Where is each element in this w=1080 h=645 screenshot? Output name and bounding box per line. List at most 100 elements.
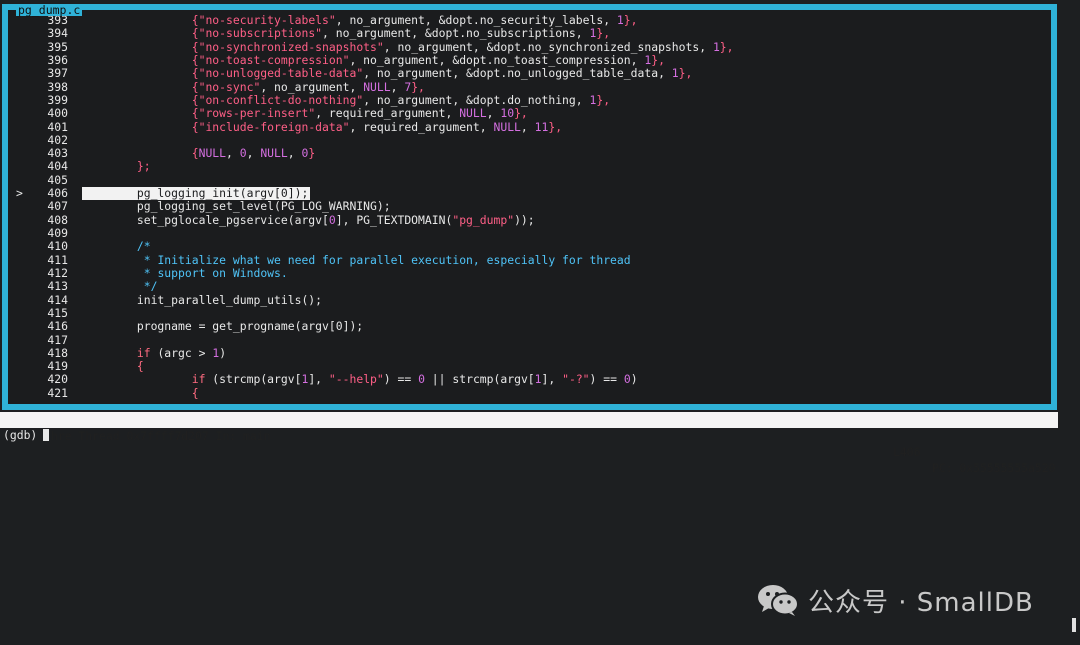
code-token: pg_logging_init(argv[0]);	[82, 186, 309, 201]
line-number: 416	[47, 319, 68, 334]
code-token: ,	[390, 79, 405, 94]
code-token: {"no-sync"	[191, 79, 261, 94]
line-number: 408	[47, 212, 68, 227]
code-text: * support on Windows.	[82, 266, 288, 280]
line-number: 407	[47, 199, 68, 214]
code-text: {	[82, 386, 199, 400]
code-token: 1	[534, 372, 542, 387]
code-token: , no_argument, &dopt.no_subscriptions,	[322, 26, 590, 41]
code-token: pg_logging_set_level(PG_LOG_WARNING);	[82, 199, 391, 214]
line-number: 400	[47, 106, 68, 121]
source-line: 407 pg_logging_set_level(PG_LOG_WARNING)…	[8, 199, 1051, 214]
code-token: ,	[226, 146, 240, 161]
code-token: 1	[671, 66, 679, 81]
code-token: 1	[712, 39, 720, 54]
source-line: 417	[8, 333, 1051, 347]
code-token: },	[548, 119, 563, 134]
code-token: 0	[328, 212, 336, 227]
terminal-screen: pg_dump.c 393 {"no-security-labels", no_…	[0, 0, 1080, 645]
status-bar: multi-thre Thread 0x7ffff7d207 In: main …	[0, 412, 1058, 475]
code-text: };	[82, 160, 151, 173]
line-number: 414	[47, 292, 68, 307]
line-number: 405	[47, 172, 68, 187]
code-text: {"no-unlogged-table-data", no_argument, …	[82, 66, 693, 81]
line-number: 403	[47, 146, 68, 161]
line-number: 399	[47, 92, 68, 107]
gdb-command-line[interactable]: (gdb)	[3, 428, 50, 442]
line-number: 395	[47, 39, 68, 54]
code-token: 1	[616, 13, 624, 27]
code-text: {"no-toast-compression", no_argument, &d…	[82, 52, 665, 67]
code-token: {"no-security-labels"	[191, 13, 336, 27]
watermark: 公众号 · SmallDB	[756, 580, 1034, 620]
current-line-marker: >	[16, 186, 23, 201]
code-token: {"no-synchronized-snapshots"	[191, 39, 384, 54]
code-text: {NULL, 0, NULL, 0}	[82, 146, 315, 161]
code-token: ,	[486, 106, 501, 121]
source-line: 404 };	[8, 159, 1051, 174]
code-token: * Initialize what we need for parallel e…	[136, 252, 631, 267]
wechat-icon	[758, 585, 799, 616]
code-token: set_pglocale_pgservice(argv[	[82, 212, 329, 227]
line-number: 402	[47, 132, 68, 147]
code-token: )	[219, 345, 227, 360]
code-token: */	[136, 279, 158, 294]
source-line: 411 * Initialize what we need for parall…	[8, 252, 1051, 267]
line-number: 410	[47, 239, 68, 254]
code-token: "--help"	[328, 372, 384, 387]
code-token: , no_argument,	[260, 79, 364, 94]
code-token: , no_argument, &dopt.no_toast_compressio…	[349, 52, 645, 67]
source-line: 421 {	[8, 385, 1051, 400]
line-number: 419	[47, 359, 68, 374]
code-token: 0	[418, 372, 425, 387]
line-number: 404	[47, 159, 68, 174]
text-cursor	[43, 429, 50, 441]
code-token: },	[411, 79, 425, 94]
code-token: 11	[534, 119, 549, 134]
source-line: 393 {"no-security-labels", no_argument, …	[8, 13, 1051, 27]
code-token: , no_argument, &dopt.no_synchronized_sna…	[383, 39, 713, 54]
source-line: 403 {NULL, 0, NULL, 0}	[8, 146, 1051, 161]
source-line: 405	[8, 172, 1051, 187]
code-token: if	[136, 345, 151, 360]
code-token: },	[514, 106, 528, 121]
code-token: ,	[520, 119, 535, 134]
source-line: 402	[8, 132, 1051, 147]
code-text: {"no-sync", no_argument, NULL, 7},	[82, 79, 425, 94]
source-line: 396 {"no-toast-compression", no_argument…	[8, 52, 1051, 67]
source-window[interactable]: pg_dump.c 393 {"no-security-labels", no_…	[2, 4, 1057, 410]
line-number: 412	[47, 265, 68, 280]
code-token: , no_argument, &dopt.no_unlogged_table_d…	[363, 66, 672, 81]
source-line: 395 {"no-synchronized-snapshots", no_arg…	[8, 39, 1051, 54]
line-number: 421	[47, 385, 68, 400]
code-text: {"no-synchronized-snapshots", no_argumen…	[82, 39, 734, 54]
source-line: 418 if (argc > 1)	[8, 345, 1051, 360]
code-token: ],	[308, 372, 329, 387]
code-token: },	[596, 26, 611, 41]
code-token: 0	[623, 372, 631, 387]
code-text: {"no-security-labels", no_argument, &dop…	[82, 13, 638, 27]
code-token: || strcmp(argv[	[424, 372, 535, 387]
line-number: 420	[47, 372, 68, 387]
code-text: pg_logging_init(argv[0]);	[82, 186, 311, 201]
code-token: {	[136, 359, 144, 374]
line-number: 409	[47, 226, 68, 240]
line-number: 401	[47, 119, 68, 134]
code-token: )	[630, 372, 638, 387]
code-token: , required_argument,	[315, 106, 460, 121]
code-token: },	[623, 13, 638, 27]
source-code-pane[interactable]: 393 {"no-security-labels", no_argument, …	[8, 10, 1051, 404]
source-line: 415	[8, 306, 1051, 320]
code-token: ) ==	[589, 372, 624, 387]
code-token: if	[191, 372, 206, 387]
code-token: {"on-conflict-do-nothing"	[191, 92, 364, 107]
